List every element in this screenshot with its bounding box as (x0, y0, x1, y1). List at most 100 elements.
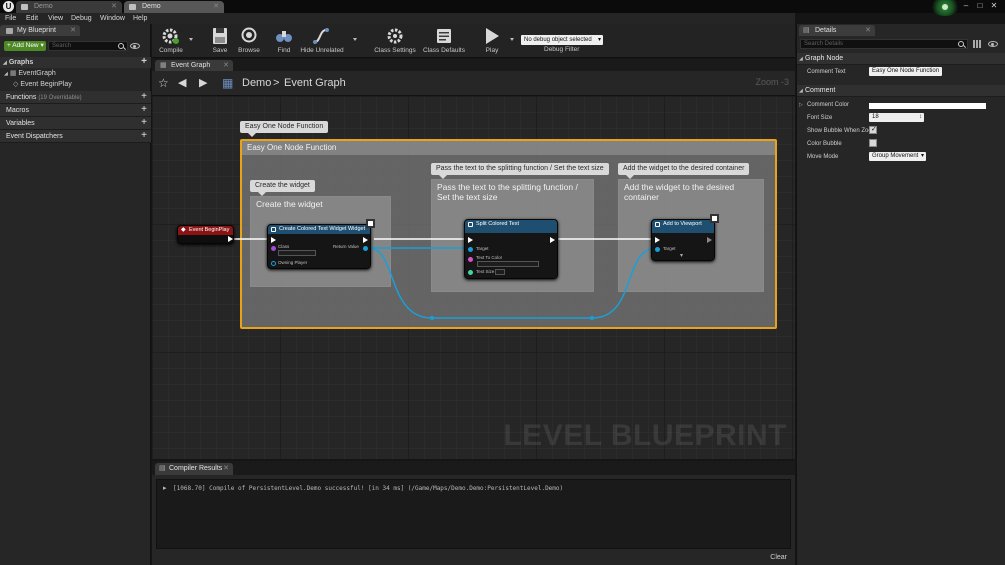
class-value-field[interactable] (278, 250, 316, 256)
details-tab[interactable]: ▤ Details ✕ (799, 25, 875, 36)
tab-compiler-results[interactable]: ▤ Compiler Results ✕ (155, 463, 233, 475)
hide-unrelated-options-chevron-icon[interactable] (353, 38, 357, 41)
split-colored-text-node[interactable]: Split Colored Text Target Text To Color … (464, 219, 558, 279)
comment-color-swatch[interactable] (869, 103, 986, 109)
play-button[interactable]: Play (480, 27, 504, 57)
restore-button[interactable]: □ (975, 1, 985, 10)
exec-in-pin[interactable] (271, 237, 276, 243)
close-icon[interactable]: ✕ (70, 25, 76, 36)
favorite-star-icon[interactable]: ☆ (158, 76, 169, 90)
add-macro-plus-icon[interactable]: + (141, 104, 147, 116)
target-pin[interactable] (468, 247, 473, 252)
clear-button[interactable]: Clear (770, 554, 787, 561)
menu-edit[interactable]: Edit (26, 13, 38, 24)
document-tab-demo-2[interactable]: Demo ✕ (124, 1, 224, 13)
play-options-chevron-icon[interactable] (510, 38, 514, 41)
class-settings-button[interactable]: Class Settings (372, 27, 418, 57)
tree-item-eventgraph[interactable]: ◢ ▦ EventGraph (0, 69, 151, 79)
event-beginplay-label: Event BeginPlay (20, 81, 72, 88)
add-graph-plus-icon[interactable]: + (141, 56, 147, 67)
menu-file[interactable]: File (5, 13, 16, 24)
wire-reroute-node[interactable] (590, 316, 594, 320)
blueprint-search-input[interactable]: Search (48, 41, 128, 51)
menu-view[interactable]: View (48, 13, 63, 24)
close-window-button[interactable]: ✕ (989, 1, 999, 10)
text-size-field[interactable] (495, 269, 505, 275)
add-to-viewport-node[interactable]: Add to Viewport Target ▾ (651, 214, 719, 261)
compile-options-chevron-icon[interactable] (189, 38, 193, 41)
forward-arrow-icon[interactable]: ▶ (199, 76, 207, 89)
browse-button[interactable]: Browse (234, 27, 264, 57)
close-icon[interactable]: ✕ (111, 1, 117, 13)
create-widget-node[interactable]: Create Colored Text Widget Widget Class … (267, 219, 375, 269)
expand-pins-chevron-icon[interactable]: ▾ (680, 252, 683, 259)
color-bubble-checkbox[interactable] (869, 139, 877, 147)
text-size-pin[interactable] (468, 270, 473, 275)
view-options-eye-icon[interactable] (988, 41, 998, 47)
class-defaults-button[interactable]: Class Defaults (422, 27, 466, 57)
close-icon[interactable]: ✕ (865, 25, 871, 36)
text-to-color-field[interactable] (477, 261, 539, 267)
comment-text-field[interactable]: Easy One Node Function (869, 67, 943, 76)
close-icon[interactable]: ✕ (223, 463, 229, 475)
expand-arrow-icon: ◢ (799, 88, 803, 94)
property-matrix-icon[interactable] (973, 40, 982, 48)
exec-out-pin[interactable] (550, 237, 555, 243)
breadcrumb-root[interactable]: Demo (242, 77, 271, 89)
close-icon[interactable]: ✕ (213, 1, 219, 13)
expand-arrow-icon[interactable]: ▷ (799, 102, 803, 108)
exec-in-pin[interactable] (655, 237, 660, 243)
add-event-dispatcher-plus-icon[interactable]: + (141, 130, 147, 142)
owning-player-pin[interactable] (271, 261, 276, 266)
back-arrow-icon[interactable]: ◀ (178, 76, 186, 89)
add-new-button[interactable]: + Add New ▾ (4, 41, 46, 51)
save-button[interactable]: Save (208, 27, 232, 57)
graphs-section[interactable]: ◢ Graphs + (0, 56, 151, 68)
breadcrumb-current[interactable]: Event Graph (284, 77, 346, 89)
close-icon[interactable]: ✕ (223, 60, 229, 71)
target-pin[interactable] (655, 247, 660, 252)
breadcrumb-separator: > (273, 77, 280, 89)
class-pin[interactable] (271, 246, 276, 251)
exec-out-pin[interactable] (228, 236, 233, 242)
compiler-log-line: [1068.70] Compile of PersistentLevel.Dem… (173, 485, 564, 492)
menu-help[interactable]: Help (133, 13, 147, 24)
graph-node-section[interactable]: ◢ Graph Node (797, 53, 1005, 65)
exec-out-pin[interactable] (363, 237, 368, 243)
tab-event-graph[interactable]: ▦ Event Graph ✕ (155, 60, 233, 71)
source-control-status-icon[interactable] (930, 0, 960, 16)
move-mode-select[interactable]: Group Movement (869, 152, 926, 161)
debug-object-select[interactable]: No debug object selected ▾ (521, 35, 603, 45)
exec-in-pin[interactable] (468, 237, 473, 243)
exec-out-pin[interactable] (707, 237, 712, 243)
event-beginplay-node[interactable]: ◆ Event BeginPlay (177, 225, 234, 244)
view-options-eye-icon[interactable] (130, 43, 140, 49)
menu-window[interactable]: Window (100, 13, 125, 24)
return-value-pin[interactable] (363, 246, 368, 251)
add-new-label: Add New (12, 42, 39, 49)
class-settings-label: Class Settings (374, 47, 416, 54)
comment-section[interactable]: ◢ Comment (797, 85, 1005, 97)
menu-debug[interactable]: Debug (71, 13, 92, 24)
add-function-plus-icon[interactable]: + (141, 91, 147, 103)
functions-section[interactable]: Functions (19 Overridable) + (0, 91, 151, 104)
wire-reroute-node[interactable] (430, 316, 434, 320)
details-search-input[interactable]: Search Details (800, 39, 968, 49)
minimize-button[interactable]: – (961, 1, 971, 10)
tree-item-event-beginplay[interactable]: ◇ Event BeginPlay (0, 80, 151, 90)
document-tab-demo-1[interactable]: Demo ✕ (16, 1, 122, 13)
hide-unrelated-button[interactable]: Hide Unrelated (299, 27, 345, 57)
show-bubble-checkbox[interactable] (869, 125, 877, 134)
find-button[interactable]: Find (272, 27, 296, 57)
macros-section[interactable]: Macros + (0, 104, 151, 117)
event-graph-canvas[interactable]: LEVEL BLUEPRINT Easy One Node Function E… (152, 96, 795, 459)
font-size-field[interactable]: 18 (869, 113, 924, 122)
add-variable-plus-icon[interactable]: + (141, 117, 147, 129)
text-to-color-pin[interactable] (468, 257, 473, 262)
compiler-log[interactable]: ▸ [1068.70] Compile of PersistentLevel.D… (156, 479, 791, 549)
target-pin-label: Target (663, 246, 676, 251)
compile-button[interactable]: Compile (156, 27, 186, 57)
my-blueprint-tab[interactable]: My Blueprint ✕ (0, 25, 80, 36)
variables-section[interactable]: Variables + (0, 117, 151, 130)
event-dispatchers-section[interactable]: Event Dispatchers + (0, 130, 151, 143)
